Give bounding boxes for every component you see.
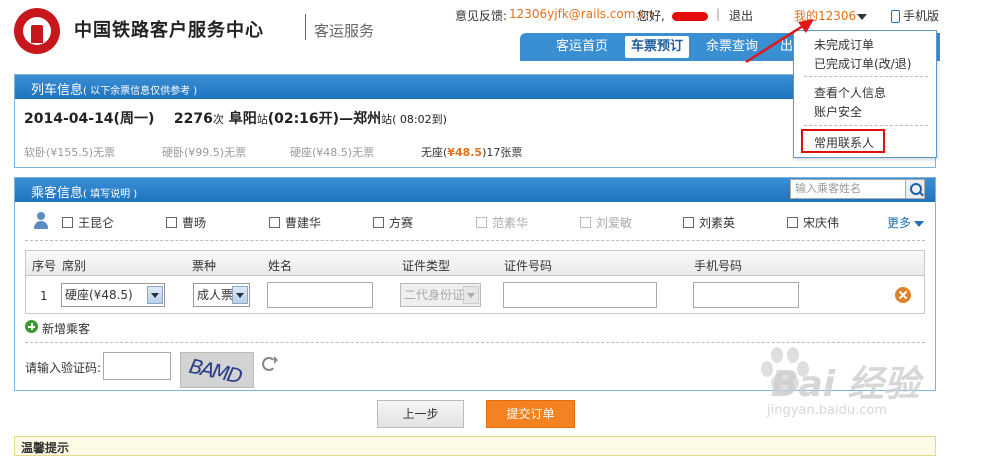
row-index: 1 <box>40 289 48 303</box>
mobile-label: 手机版 <box>903 9 940 23</box>
user-icon <box>33 212 49 230</box>
refresh-icon[interactable] <box>262 356 278 371</box>
captcha-label: 请输入验证码: <box>25 361 102 375</box>
passenger-checkbox[interactable]: 方赛 <box>373 214 413 231</box>
passenger-checkbox[interactable]: 王昆仑 <box>62 214 114 231</box>
chevron-down-icon[interactable] <box>857 9 867 23</box>
mobile-version-link[interactable]: 手机版 <box>891 7 939 24</box>
watermark-url: jingyan.baidu.com <box>767 403 887 418</box>
travel-date: 2014-04-14(周一) <box>24 111 155 127</box>
brand-divider <box>305 14 306 40</box>
col-header: 票种 <box>192 259 217 273</box>
captcha-image[interactable]: BAMD <box>180 352 254 388</box>
red-arrow-annotation <box>745 19 814 64</box>
col-header: 姓名 <box>268 259 293 273</box>
passenger-checkbox[interactable]: 曹建华 <box>269 214 321 231</box>
seat-no-seat: 无座(¥48.5)17张票 <box>421 146 523 159</box>
seat-hard-seat: 硬座(¥48.5)无票 <box>290 146 375 159</box>
arrive-time: ( 08:02到) <box>392 113 447 126</box>
site-brand: 中国铁路客户服务中心 <box>74 20 264 41</box>
baidu-watermark: Bai 经验 jingyan.baidu.com <box>755 345 945 440</box>
feedback-label: 意见反馈: <box>455 9 508 23</box>
menu-item-frequent-contacts[interactable]: 常用联系人 <box>814 134 874 151</box>
divider <box>25 342 925 343</box>
ticket-type-select[interactable]: 成人票 <box>193 283 250 307</box>
railway-logo-icon <box>14 8 60 54</box>
feedback-email-link[interactable]: 12306yjfk@rails.com.cn <box>509 7 653 21</box>
add-icon[interactable] <box>25 320 38 333</box>
chevron-down-icon <box>914 220 925 227</box>
nav-home[interactable]: 客运首页 <box>550 36 614 58</box>
submit-order-button[interactable]: 提交订单 <box>486 400 575 428</box>
train-summary: 2014-04-14(周一) 2276次 阜阳站(02:16开)—郑州站( 08… <box>24 108 447 128</box>
id-type-select: 二代身份证 <box>400 283 481 307</box>
route-dash: — <box>339 111 354 127</box>
chevron-down-icon <box>232 286 248 304</box>
more-passengers-link[interactable]: 更多 <box>887 214 925 231</box>
watermark-text: Bai 经验 <box>771 364 920 405</box>
col-header: 序号 <box>32 259 57 273</box>
station-suffix: 站 <box>381 113 393 126</box>
menu-divider <box>804 125 928 126</box>
station-suffix: 站 <box>256 113 268 126</box>
table-header: 序号 席别 票种 姓名 证件类型 证件号码 手机号码 <box>26 251 924 276</box>
phone-icon <box>891 10 900 23</box>
col-header: 手机号码 <box>694 259 743 273</box>
menu-item-unfinished-orders[interactable]: 未完成订单 <box>814 36 874 53</box>
delete-row-icon[interactable] <box>895 287 911 303</box>
col-header: 证件类型 <box>402 259 451 273</box>
menu-item-account-security[interactable]: 账户安全 <box>814 103 862 120</box>
passenger-checkbox-disabled: 刘爱敏 <box>580 214 632 231</box>
menu-item-personal-info[interactable]: 查看个人信息 <box>814 84 886 101</box>
menu-divider <box>804 76 928 77</box>
to-station: 郑州 <box>353 111 382 127</box>
id-number-input[interactable] <box>503 282 657 308</box>
search-icon[interactable] <box>905 179 925 199</box>
notice-title: 温馨提示 <box>21 441 70 455</box>
passenger-checkbox[interactable]: 刘素英 <box>683 214 735 231</box>
train-number: 2276 <box>173 111 213 127</box>
col-header: 席别 <box>62 259 87 273</box>
header-divider: | <box>716 7 721 21</box>
passenger-table: 序号 席别 票种 姓名 证件类型 证件号码 手机号码 1 硬座(¥48.5) 成… <box>25 250 925 314</box>
seat-soft-sleeper: 软卧(¥155.5)无票 <box>24 146 116 159</box>
panel-title: 列车信息( 以下余票信息仅供参考 ) <box>31 83 198 98</box>
redacted-username <box>672 9 708 23</box>
seat-type-select[interactable]: 硬座(¥48.5) <box>61 283 165 307</box>
site-subtitle: 客运服务 <box>314 22 375 40</box>
seat-hard-sleeper: 硬卧(¥99.5)无票 <box>162 146 247 159</box>
nav-ticket-booking[interactable]: 车票预订 <box>625 36 690 58</box>
prev-step-button[interactable]: 上一步 <box>377 400 464 428</box>
from-station: 阜阳 <box>228 111 257 127</box>
train-suffix: 次 <box>212 113 224 126</box>
add-passenger-link[interactable]: 新增乘客 <box>42 320 90 337</box>
col-header: 证件号码 <box>504 259 553 273</box>
captcha-input[interactable] <box>103 352 171 380</box>
passenger-search-input[interactable]: 输入乘客姓名 <box>790 179 916 199</box>
menu-item-finished-orders[interactable]: 已完成订单(改/退) <box>814 55 911 72</box>
passenger-checkbox-disabled: 范素华 <box>476 214 528 231</box>
phone-number-input[interactable] <box>693 282 799 308</box>
divider <box>25 240 925 241</box>
passenger-checkbox[interactable]: 曹旸 <box>166 214 206 231</box>
passenger-name-input[interactable] <box>267 282 373 308</box>
passenger-checkbox[interactable]: 宋庆伟 <box>787 214 839 231</box>
chevron-down-icon <box>147 286 163 304</box>
greeting-label: 您好, <box>637 9 665 23</box>
panel-title: 乘客信息( 填写说明 ) <box>31 186 138 201</box>
chevron-down-icon <box>463 286 479 304</box>
depart-time: (02:16开) <box>267 111 340 127</box>
